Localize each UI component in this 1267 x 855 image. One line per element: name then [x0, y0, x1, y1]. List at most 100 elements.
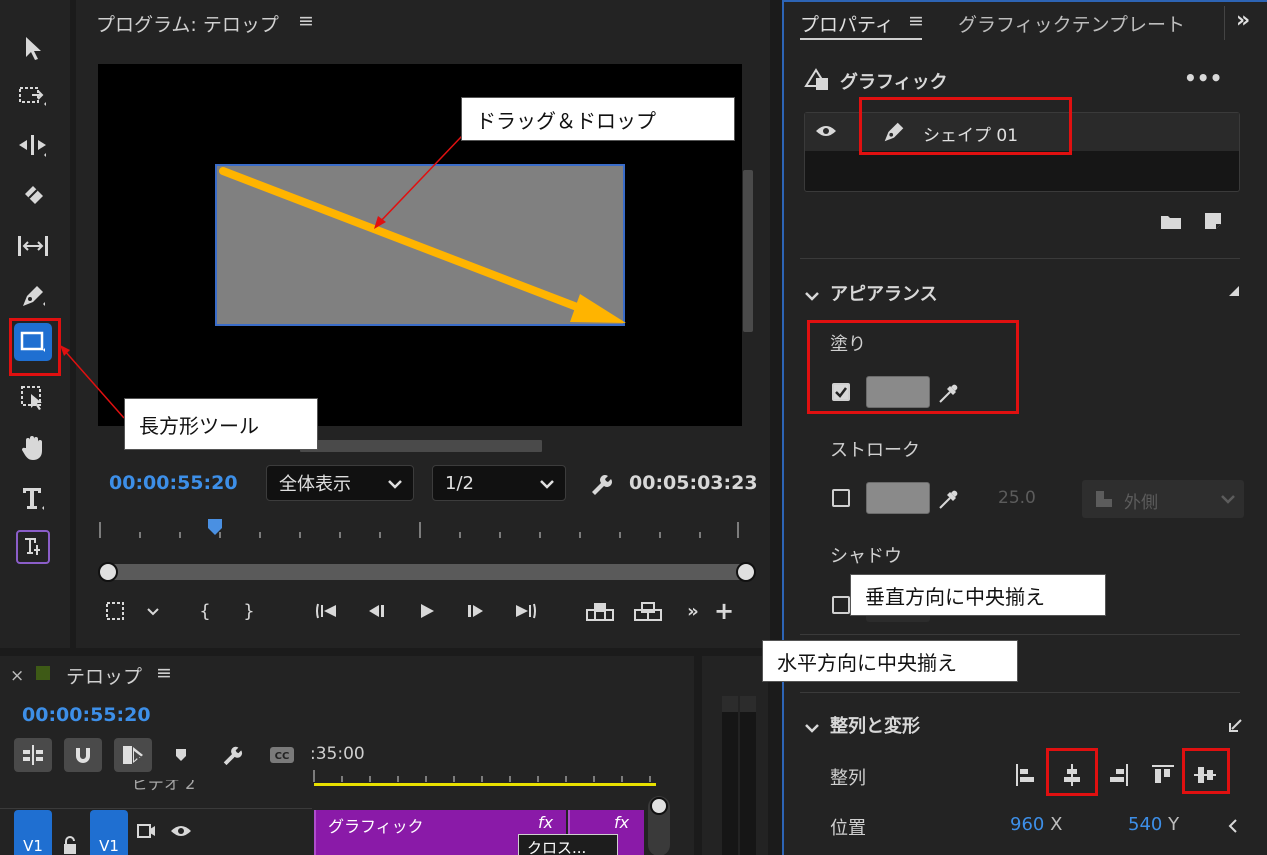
snap-toggle-button[interactable] — [64, 738, 102, 772]
position-y-unit: Y — [1168, 814, 1180, 835]
position-y-number[interactable]: 540 — [1128, 814, 1162, 835]
tab-properties[interactable]: プロパティ — [800, 10, 894, 37]
stroke-color-swatch[interactable] — [866, 482, 930, 514]
timeline-sequence-name[interactable]: テロップ — [66, 662, 142, 689]
audio-meters-panel — [702, 656, 768, 855]
timeline-menu-icon[interactable]: ≡ — [156, 662, 172, 684]
highlight-align-vertical-center — [1182, 748, 1230, 794]
align-transform-options-icon[interactable] — [1228, 718, 1242, 737]
graphic-more-options[interactable]: ••• — [1184, 66, 1222, 90]
align-right-button[interactable] — [1106, 762, 1130, 792]
nest-toggle-button[interactable] — [14, 738, 52, 772]
stroke-width-value[interactable]: 25.0 — [998, 488, 1036, 508]
stroke-checkbox[interactable] — [832, 489, 850, 507]
appearance-section-title: アピアランス — [830, 284, 938, 305]
audio-meter-right — [740, 696, 756, 855]
corner-arrow-icon — [1229, 286, 1239, 296]
tab-graphic-templates[interactable]: グラフィックテンプレート — [958, 10, 1185, 37]
track-divider — [0, 808, 312, 809]
stroke-label: ストローク — [830, 440, 920, 461]
clip-fx-badge[interactable]: fx — [538, 813, 553, 832]
shapes-icon — [804, 68, 828, 90]
transition-label: クロス... — [527, 839, 587, 855]
sync-lock-toggle[interactable] — [134, 820, 158, 842]
work-area-bar[interactable] — [314, 783, 656, 786]
align-left-button[interactable] — [1014, 762, 1038, 792]
graphic-section-icon — [804, 66, 832, 98]
tab-overflow-divider — [1224, 6, 1225, 40]
clip-2-fx-badge[interactable]: fx — [614, 813, 629, 832]
layer-visibility-toggle[interactable] — [815, 123, 837, 142]
highlight-shape-layer — [859, 97, 1072, 155]
graphic-clip-label: グラフィック — [328, 817, 424, 836]
linked-selection-icon — [123, 746, 143, 764]
align-right-icon — [1110, 764, 1128, 786]
eyedropper-icon — [939, 490, 958, 509]
timeline-close-button[interactable]: × — [10, 666, 24, 686]
section-divider-3 — [800, 692, 1240, 693]
callout-align-vertical: 垂直方向に中央揃え — [850, 574, 1106, 616]
svg-text:CC: CC — [275, 751, 290, 762]
audio-meter-peak-right — [740, 696, 756, 712]
track-visibility-toggle[interactable] — [168, 820, 194, 842]
chevron-down-icon — [805, 292, 819, 301]
position-x-number[interactable]: 960 — [1010, 814, 1044, 835]
eye-icon — [171, 826, 191, 836]
linked-selection-button[interactable] — [114, 738, 152, 772]
position-label: 位置 — [830, 818, 866, 839]
new-layer-button[interactable] — [1204, 212, 1222, 234]
chevron-down-icon — [805, 724, 819, 733]
lock-icon — [64, 836, 76, 854]
highlight-rectangle-tool — [9, 318, 61, 376]
tab-properties-underline — [800, 38, 922, 40]
shadow-label: シャドウ — [830, 546, 902, 567]
highlight-align-horizontal-center — [1046, 748, 1098, 796]
chevron-left-icon — [1228, 819, 1237, 833]
timeline-scroll-handle[interactable] — [650, 797, 668, 815]
shadow-checkbox[interactable] — [832, 596, 850, 614]
new-layer-icon — [1205, 213, 1221, 229]
section-divider-2 — [800, 634, 1240, 635]
eye-icon — [816, 126, 836, 136]
track-lock-toggle[interactable] — [58, 834, 82, 855]
align-transform-collapse-toggle[interactable] — [804, 718, 820, 737]
nest-icon — [23, 745, 43, 765]
stroke-position-icon — [1096, 491, 1112, 507]
v1-source-patch[interactable]: V1 — [14, 810, 52, 855]
callout-align-horizontal: 水平方向に中央揃え — [762, 640, 1018, 682]
align-transform-section-title: 整列と変形 — [830, 716, 920, 737]
folder-icon — [1161, 216, 1181, 229]
timeline-current-timecode[interactable]: 00:00:55:20 — [22, 704, 151, 726]
v1-target-label: V1 — [99, 837, 119, 855]
tab-overflow-button[interactable]: » — [1236, 8, 1250, 33]
align-left-icon — [1016, 764, 1034, 786]
new-layer-group-button[interactable] — [1160, 212, 1182, 234]
callout-rectangle-tool: 長方形ツール — [124, 398, 318, 450]
timeline-settings-button[interactable] — [218, 742, 246, 768]
timeline-panel: × テロップ ≡ 00:00:55:20 CC :35:00 ビデオ 2 V1 — [0, 656, 694, 855]
properties-menu-icon[interactable]: ≡ — [908, 10, 924, 32]
stroke-position-select[interactable]: 外側 — [1082, 480, 1244, 518]
stroke-position-value: 外側 — [1124, 493, 1158, 513]
wrench-icon — [223, 746, 243, 766]
add-marker-button[interactable] — [168, 742, 194, 768]
align-top-icon — [1152, 765, 1174, 783]
v1-source-label: V1 — [23, 837, 43, 855]
position-y-value[interactable]: 540 Y — [1128, 814, 1179, 835]
position-x-value[interactable]: 960 X — [1010, 814, 1062, 835]
chevron-down-icon — [1221, 495, 1235, 504]
timeline-ruler-time: :35:00 — [310, 744, 365, 764]
audio-meter-left — [722, 696, 738, 855]
align-label: 整列 — [830, 768, 866, 789]
magnet-icon — [76, 748, 90, 763]
v1-target-patch[interactable]: V1 — [90, 810, 128, 855]
position-expand-button[interactable] — [1228, 818, 1238, 838]
cross-dissolve-transition[interactable]: クロス... — [518, 834, 618, 855]
align-top-button[interactable] — [1150, 762, 1176, 792]
audio-meter-peak-left — [722, 696, 738, 712]
stroke-eyedropper[interactable] — [936, 486, 962, 516]
sync-lock-icon — [137, 824, 155, 838]
appearance-options-icon[interactable] — [1228, 282, 1240, 301]
appearance-collapse-toggle[interactable] — [804, 286, 820, 305]
captions-button[interactable]: CC — [268, 744, 296, 766]
